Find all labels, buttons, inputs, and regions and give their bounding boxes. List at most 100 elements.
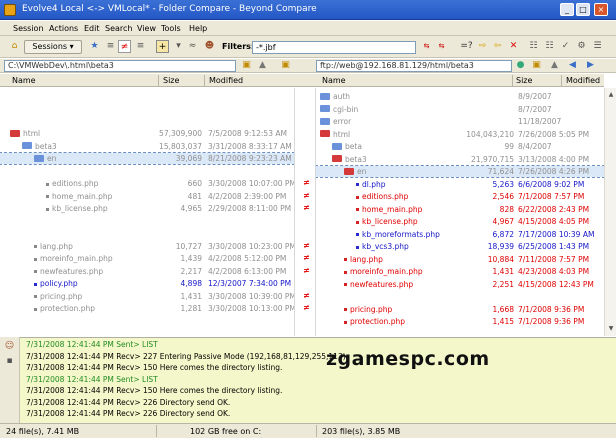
file-row[interactable]: en 39,069 8/21/2008 9:23:23 AM: [0, 152, 294, 165]
sessions-button[interactable]: Sessions ▾: [24, 40, 82, 54]
left-up-folder-icon[interactable]: ▲: [256, 59, 269, 72]
show-same-icon[interactable]: ≡: [134, 40, 147, 53]
copy-right-icon[interactable]: ⇦: [491, 40, 504, 53]
rules-icon[interactable]: ≈: [186, 40, 199, 53]
file-row[interactable]: editions.php 2,546 7/1/2008 7:57 PM: [316, 191, 604, 202]
file-row[interactable]: protection.php 1,281 3/30/2008 10:13:00 PM: [0, 303, 294, 314]
left-open-icon[interactable]: ▣: [279, 59, 292, 72]
file-row[interactable]: auth 8/9/2007: [316, 91, 604, 102]
dropdown-icon[interactable]: ▾: [172, 40, 185, 53]
folder-icon: [320, 130, 330, 137]
vertical-scrollbar[interactable]: ▲ ▼: [604, 88, 616, 336]
file-row[interactable]: en 71,624 7/26/2008 4:26 PM: [316, 165, 604, 178]
file-row[interactable]: protection.php 1,415 7/1/2008 9:36 PM: [316, 316, 604, 327]
file-size: 1,431: [180, 291, 202, 301]
maximize-button[interactable]: □: [576, 3, 590, 16]
close-button[interactable]: ×: [594, 3, 608, 16]
file-row[interactable]: kb_moreformats.php 6,872 7/17/2008 10:39 A…: [316, 229, 604, 240]
compare-icon[interactable]: =?: [460, 40, 473, 53]
menu-tools[interactable]: Tools: [161, 24, 181, 33]
file-row[interactable]: kb_license.php 4,967 4/15/2008 4:05 PM: [316, 216, 604, 227]
file-row[interactable]: cgi-bin 8/7/2007: [316, 104, 604, 115]
log-save-icon[interactable]: ▪: [3, 355, 16, 368]
file-row[interactable]: kb_license.php 4,965 2/29/2008 8:11:00 PM: [0, 203, 294, 214]
left-path-input[interactable]: C:\VMWebDev\.html\beta3: [4, 60, 236, 72]
file-row[interactable]: [0, 228, 294, 239]
file-row[interactable]: dl.php 5,263 6/6/2008 9:02 PM: [316, 179, 604, 190]
right-col-name[interactable]: Name: [322, 76, 346, 85]
file-name-text: lang.php: [350, 254, 383, 264]
right-col-modified[interactable]: Modified: [566, 76, 600, 85]
right-forward-icon[interactable]: ▶: [584, 59, 597, 72]
left-col-name[interactable]: Name: [12, 76, 36, 85]
left-col-size[interactable]: Size: [163, 76, 179, 85]
show-all-icon[interactable]: ★: [88, 40, 101, 53]
menu-actions[interactable]: Actions: [49, 24, 78, 33]
file-row[interactable]: beta3 15,803,037 3/31/2008 8:33:17 AM: [0, 141, 294, 152]
file-row[interactable]: kb_vcs3.php 18,939 6/25/2008 1:43 PM: [316, 241, 604, 252]
file-row[interactable]: policy.php 4,898 12/3/2007 7:34:00 PM: [0, 278, 294, 289]
file-row[interactable]: [0, 216, 294, 227]
left-browse-folder-icon[interactable]: ▣: [240, 59, 253, 72]
right-back-icon[interactable]: ◀: [566, 59, 579, 72]
file-row[interactable]: [316, 291, 604, 302]
scroll-down-arrow[interactable]: ▼: [606, 324, 616, 334]
file-row[interactable]: [0, 166, 294, 177]
right-col-size[interactable]: Size: [516, 76, 532, 85]
left-col-modified[interactable]: Modified: [209, 76, 243, 85]
delete-icon[interactable]: ✕: [507, 40, 520, 53]
user-icon[interactable]: ☻: [203, 40, 216, 53]
options-icon[interactable]: ⚙: [575, 40, 588, 53]
file-row[interactable]: newfeatures.php 2,251 4/15/2008 12:43 PM: [316, 279, 604, 290]
scroll-up-arrow[interactable]: ▲: [606, 90, 616, 100]
right-browse-folder-icon[interactable]: ▣: [530, 59, 543, 72]
file-size: 15,803,037: [159, 141, 202, 151]
file-row[interactable]: beta3 21,970,715 3/13/2008 4:00 PM: [316, 154, 604, 165]
file-row[interactable]: pricing.php 1,431 3/30/2008 10:39:00 PM: [0, 291, 294, 302]
right-file-pane[interactable]: auth 8/9/2007 cgi-bin 8/7/2007 error 11/18/20…: [316, 88, 604, 336]
file-row[interactable]: beta 99 8/4/2007: [316, 141, 604, 152]
menu-view[interactable]: View: [137, 24, 156, 33]
menu-edit[interactable]: Edit: [84, 24, 100, 33]
home-icon[interactable]: ⌂: [8, 40, 21, 53]
filter-input[interactable]: -*.jbf: [252, 41, 416, 54]
file-row[interactable]: moreinfo_main.php 1,431 4/23/2008 4:03 PM: [316, 266, 604, 277]
copy-left-icon[interactable]: ⇨: [476, 40, 489, 53]
file-row[interactable]: lang.php 10,727 3/30/2008 10:23:00 PM: [0, 241, 294, 252]
show-diffs-icon[interactable]: ≡: [104, 40, 117, 53]
menu-help[interactable]: Help: [189, 24, 207, 33]
check-icon[interactable]: ✓: [559, 40, 572, 53]
file-row[interactable]: html 104,043,210 7/26/2008 5:05 PM: [316, 129, 604, 140]
filter-peer-icon[interactable]: ⇆: [435, 40, 448, 53]
file-row[interactable]: home_main.php 828 6/22/2008 2:43 PM: [316, 204, 604, 215]
file-row[interactable]: html 57,309,900 7/5/2008 9:12:53 AM: [0, 128, 294, 139]
right-path-input[interactable]: ftp://web@192.168.81.129/html/beta3: [316, 60, 512, 72]
folder-icon: [34, 154, 44, 162]
file-icon: [46, 195, 49, 198]
left-file-pane[interactable]: html 57,309,900 7/5/2008 9:12:53 AM beta3 15…: [0, 88, 294, 336]
list-icon[interactable]: ☰: [591, 40, 604, 53]
folder-icon: [320, 92, 330, 100]
menu-search[interactable]: Search: [105, 24, 132, 33]
minimize-button[interactable]: _: [560, 3, 574, 16]
menu-session[interactable]: Session: [13, 24, 44, 33]
diff-marker: ≠: [303, 303, 310, 312]
file-row[interactable]: lang.php 10,884 7/11/2008 7:57 PM: [316, 254, 604, 265]
file-size: 1,439: [180, 254, 202, 263]
right-connect-icon[interactable]: ●: [514, 59, 527, 72]
filter-toggle-icon[interactable]: ⇆: [420, 40, 433, 53]
file-row[interactable]: moreinfo_main.php 1,439 4/2/2008 5:12:00 P…: [0, 253, 294, 264]
file-row[interactable]: home_main.php 481 4/2/2008 2:39:00 PM: [0, 191, 294, 202]
file-row[interactable]: newfeatures.php 2,217 4/2/2008 6:13:00 PM: [0, 266, 294, 277]
file-row[interactable]: pricing.php 1,668 7/1/2008 9:36 PM: [316, 304, 604, 315]
right-up-folder-icon[interactable]: ▲: [548, 59, 561, 72]
sort-icon[interactable]: ☷: [543, 40, 556, 53]
expand-icon[interactable]: +: [156, 40, 169, 53]
file-modified: 3/30/2008 10:23:00 PM: [208, 241, 294, 251]
tree-icon[interactable]: ☷: [527, 40, 540, 53]
file-icon: [344, 308, 347, 311]
file-row[interactable]: error 11/18/2007: [316, 116, 604, 127]
show-differences-icon[interactable]: ≠: [118, 40, 131, 53]
file-row[interactable]: editions.php 660 3/30/2008 10:07:00 PM: [0, 178, 294, 189]
log-smiley-icon[interactable]: ☺: [3, 340, 16, 353]
